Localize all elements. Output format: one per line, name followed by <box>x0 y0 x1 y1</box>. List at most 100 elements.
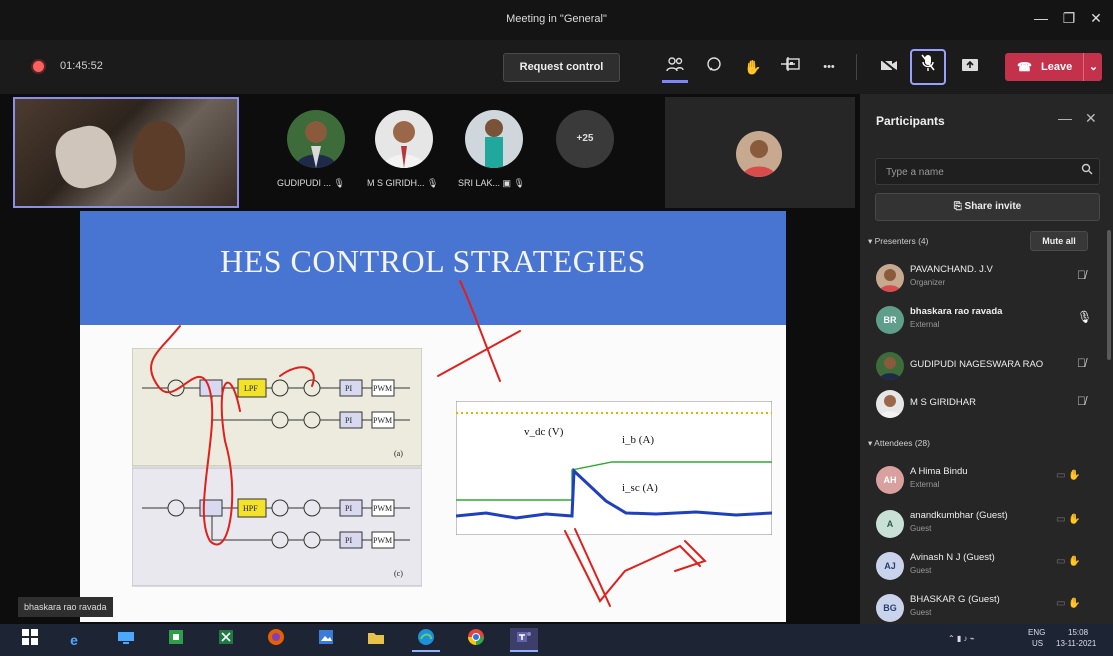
participant-name: anandkumbhar (Guest) <box>910 510 1008 521</box>
teams-icon[interactable] <box>510 628 538 652</box>
avatar <box>876 390 904 418</box>
windows-start-icon[interactable] <box>16 628 44 652</box>
speaker-name-label: bhaskara rao ravada <box>18 597 113 617</box>
attendees-header-label: Attendees (28) <box>874 438 930 448</box>
avatar-giridhar[interactable] <box>375 110 433 168</box>
window-title-bar: Meeting in "General" — ❐ ✕ <box>0 0 1113 40</box>
meeting-toolbar: 01:45:52 Request control ✋ ••• ☎ Leave ⌄ <box>0 40 1113 94</box>
avatar: AJ <box>876 552 904 580</box>
face-image <box>133 121 185 191</box>
participant-row[interactable]: BG BHASKAR G (Guest) Guest ▭ ✋ <box>860 588 1105 624</box>
close-panel-icon[interactable]: ✕ <box>1085 110 1097 127</box>
participant-name: GUDIPUDI NAGESWARA RAO <box>910 359 1044 370</box>
people-icon <box>666 57 684 72</box>
avatar-sri-lak[interactable] <box>465 110 523 168</box>
tile-label: SRI LAK... <box>458 178 501 188</box>
mic-muted-button[interactable] <box>910 49 946 85</box>
avatar-pavanchand <box>736 131 782 177</box>
file-explorer-icon[interactable] <box>362 628 390 652</box>
search-icon[interactable] <box>1081 163 1093 178</box>
overflow-participants-count[interactable]: +25 <box>556 110 614 168</box>
participant-row[interactable]: AJ Avinash N J (Guest) Guest ▭ ✋ <box>860 546 1105 586</box>
leave-button[interactable]: ☎ Leave ⌄ <box>1005 53 1102 81</box>
mute-all-button[interactable]: Mute all <box>1030 231 1088 251</box>
mic-off-icon: ▣ 🎙 <box>502 178 525 188</box>
collapse-panel-icon[interactable]: — <box>1058 110 1072 126</box>
rooms-icon[interactable] <box>780 54 806 80</box>
tile-name-gudipudi: GUDIPUDI ... 🎙 <box>277 178 345 189</box>
video-tile-pavanchand[interactable] <box>665 97 855 208</box>
share-invite-label: Share invite <box>964 201 1022 212</box>
presenters-section-header[interactable]: ▾ Presenters (4) <box>868 236 929 247</box>
camera-off-icon: ▭ ✋ <box>1056 598 1081 609</box>
avatar: A <box>876 510 904 538</box>
camera-off-icon[interactable] <box>876 54 902 80</box>
avatar <box>876 264 904 292</box>
pc-icon[interactable] <box>112 628 140 652</box>
clock-time[interactable]: 15:08 <box>1068 628 1088 637</box>
photo-app-icon[interactable] <box>312 628 340 652</box>
avatar: BG <box>876 594 904 622</box>
avatar-gudipudi[interactable] <box>287 110 345 168</box>
edge-icon[interactable] <box>412 628 440 652</box>
mic-off-icon: 🎙 <box>427 178 439 188</box>
excel-icon[interactable] <box>212 628 240 652</box>
office-icon[interactable] <box>162 628 190 652</box>
participant-role: Guest <box>910 524 932 533</box>
participant-role: External <box>910 480 940 489</box>
firefox-icon[interactable] <box>262 628 290 652</box>
minimize-button[interactable]: — <box>1030 10 1052 30</box>
participant-role: Organizer <box>910 278 946 287</box>
chat-icon[interactable] <box>701 54 727 80</box>
edge-legacy-icon[interactable]: e <box>60 628 88 652</box>
share-screen-icon[interactable] <box>957 54 983 80</box>
close-window-button[interactable]: ✕ <box>1085 10 1107 30</box>
tile-name-giridhar: M S GIRIDH... 🎙 <box>367 178 438 189</box>
participant-name: bhaskara rao ravada <box>910 306 1003 317</box>
input-region[interactable]: US <box>1032 639 1043 648</box>
toolbar-divider <box>856 54 857 80</box>
phone-hangup-icon: ☎ <box>1017 60 1032 74</box>
participant-row[interactable]: AH A Hima Bindu External ▭ ✋ <box>860 460 1105 500</box>
video-tile-self[interactable] <box>13 97 239 208</box>
attendees-section-header[interactable]: ▾ Attendees (28) <box>868 438 930 449</box>
more-options-icon[interactable]: ••• <box>816 54 842 80</box>
camera-off-icon: ▭ ✋ <box>1056 514 1081 525</box>
mic-off-icon: 🎙 <box>333 178 345 188</box>
avatar: BR <box>876 306 904 334</box>
leave-options-chevron-icon[interactable]: ⌄ <box>1083 53 1103 81</box>
shared-slide: HES CONTROL STRATEGIES LPF HPF PI PWM PI… <box>80 211 786 622</box>
maximize-button[interactable]: ❐ <box>1058 10 1080 30</box>
share-invite-button[interactable]: ⎘ Share invite <box>875 193 1100 221</box>
raise-hand-icon[interactable]: ✋ <box>740 54 766 80</box>
meeting-timer: 01:45:52 <box>60 60 103 72</box>
request-control-button[interactable]: Request control <box>503 53 620 82</box>
camera-off-icon: ▭ ✋ <box>1056 470 1081 481</box>
panel-scrollbar[interactable] <box>1107 230 1111 360</box>
input-language[interactable]: ENG <box>1028 628 1045 637</box>
tray-icons[interactable]: ⌃ ▮ ♪ ⌁ <box>948 634 975 643</box>
participant-role: Guest <box>910 566 932 575</box>
mic-off-icon: 🎙̸ <box>1077 356 1086 370</box>
participant-row[interactable]: PAVANCHAND. J.V Organizer 🎙̸ <box>860 258 1105 298</box>
participants-title: Participants <box>876 114 945 128</box>
tile-label: GUDIPUDI ... <box>277 178 332 188</box>
mic-off-icon: 🎙̸ <box>1077 268 1086 282</box>
participants-toggle-icon[interactable] <box>662 54 688 83</box>
participant-role: Guest <box>910 608 932 617</box>
participant-row[interactable]: M S GIRIDHAR 🎙̸ <box>860 384 1105 424</box>
participant-row[interactable]: A anandkumbhar (Guest) Guest ▭ ✋ <box>860 504 1105 544</box>
avatar <box>876 352 904 380</box>
search-input[interactable] <box>884 163 1073 182</box>
hand-image <box>50 120 122 194</box>
participant-name: PAVANCHAND. J.V <box>910 264 993 275</box>
clock-date[interactable]: 13-11-2021 <box>1056 639 1096 648</box>
tile-name-sri-lak: SRI LAK... ▣ 🎙 <box>458 178 525 189</box>
taskbar: e ⌃ ▮ ♪ ⌁ ENG US 15:08 13-11-2021 <box>0 624 1113 656</box>
participant-row[interactable]: BR bhaskara rao ravada External 🎙 <box>860 300 1105 340</box>
participant-row[interactable]: GUDIPUDI NAGESWARA RAO 🎙̸ <box>860 346 1105 386</box>
participant-name: Avinash N J (Guest) <box>910 552 995 563</box>
participant-search <box>875 158 1100 185</box>
participant-name: M S GIRIDHAR <box>910 397 976 408</box>
chrome-icon[interactable] <box>462 628 490 652</box>
